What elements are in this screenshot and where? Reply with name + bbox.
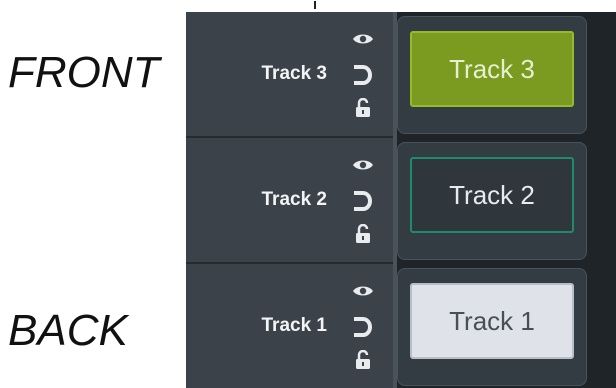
track-lane-3[interactable]: Track 3 <box>397 16 587 134</box>
track-header-2[interactable]: Track 2 <box>186 138 393 264</box>
track-name[interactable]: Track 1 <box>262 315 328 337</box>
magnet-icon[interactable] <box>349 316 377 338</box>
magnet-icon[interactable] <box>349 64 377 86</box>
front-label: FRONT <box>8 48 160 97</box>
track-name[interactable]: Track 2 <box>262 189 328 211</box>
ruler-tick <box>314 1 322 9</box>
track-headers: Track 3 Track 2 Track 1 <box>186 12 393 388</box>
track-lane-2[interactable]: Track 2 <box>397 142 587 260</box>
track-header-3[interactable]: Track 3 <box>186 12 393 138</box>
lock-icon[interactable] <box>349 224 377 244</box>
magnet-icon[interactable] <box>349 190 377 212</box>
track-controls <box>349 150 377 254</box>
clip-track-1[interactable]: Track 1 <box>410 283 574 359</box>
clip-track-2[interactable]: Track 2 <box>410 157 574 233</box>
eye-icon[interactable] <box>349 32 377 46</box>
eye-icon[interactable] <box>349 158 377 172</box>
track-lane-1[interactable]: Track 1 <box>397 268 587 386</box>
track-controls <box>349 24 377 128</box>
track-header-1[interactable]: Track 1 <box>186 264 393 388</box>
back-label: BACK <box>8 306 128 355</box>
track-controls <box>349 276 377 380</box>
clip-track-3[interactable]: Track 3 <box>410 31 574 107</box>
timeline-top-strip <box>186 0 616 12</box>
eye-icon[interactable] <box>349 284 377 298</box>
track-name[interactable]: Track 3 <box>262 63 328 85</box>
lock-icon[interactable] <box>349 350 377 370</box>
lock-icon[interactable] <box>349 98 377 118</box>
